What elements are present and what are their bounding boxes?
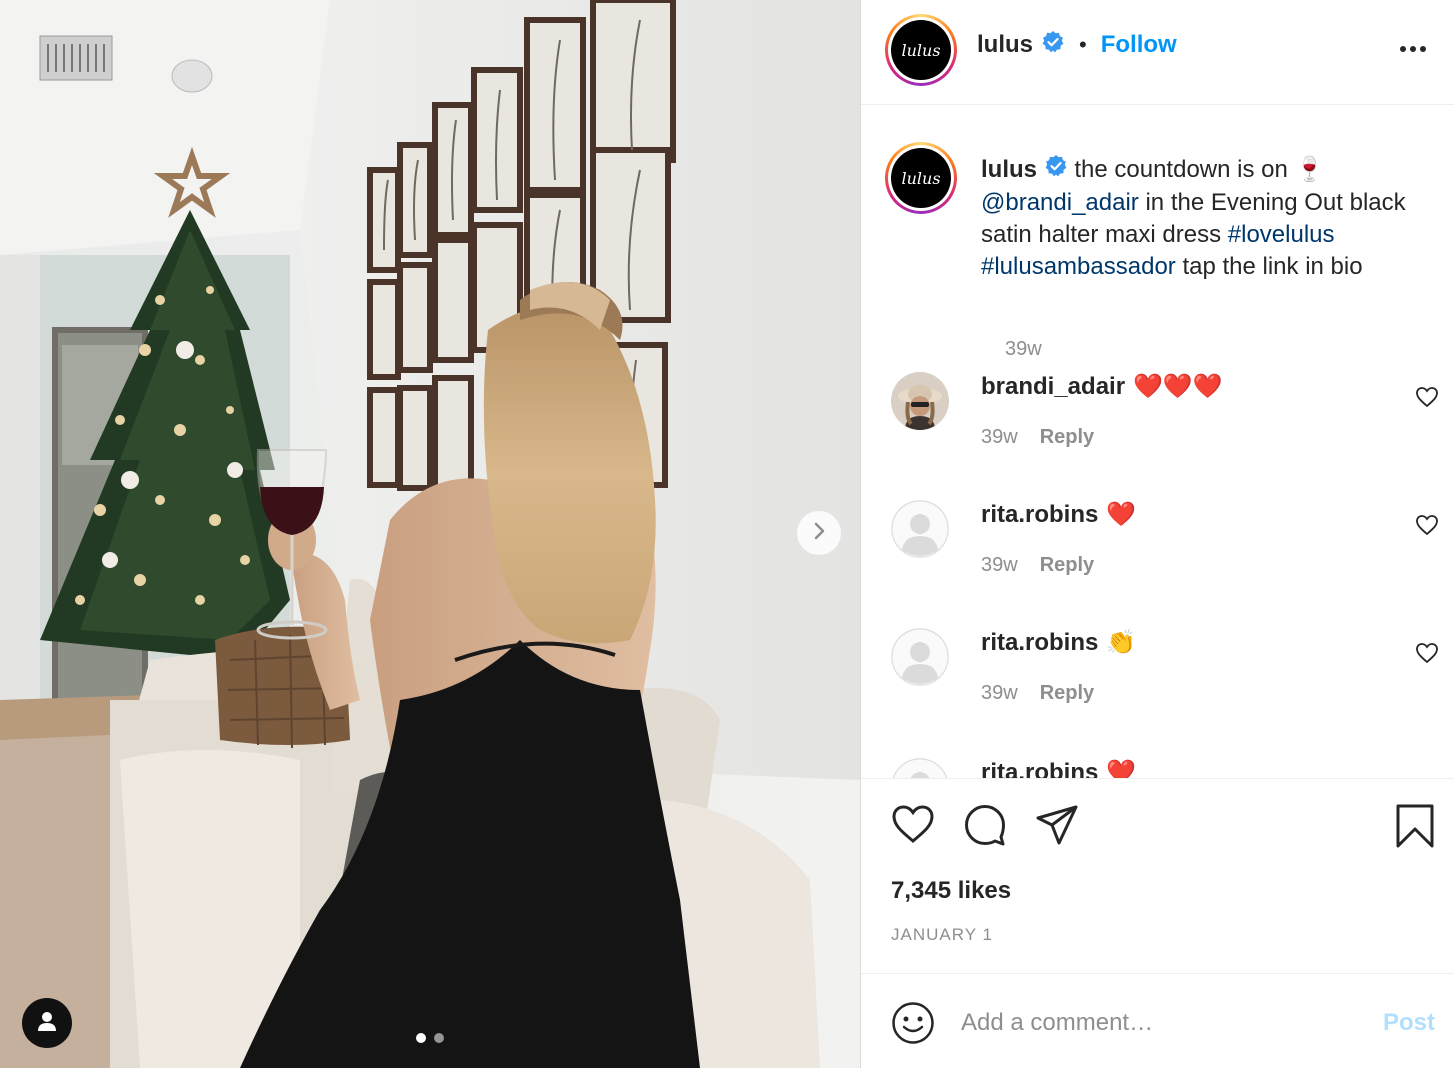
bookmark-icon <box>1395 804 1435 853</box>
comment-item: rita.robins ❤️ 39w Reply <box>891 500 1438 600</box>
comment-username[interactable]: brandi_adair <box>981 372 1125 402</box>
photo-scene <box>0 0 860 1068</box>
comment-text: ❤️ <box>1106 759 1137 778</box>
hashtag-link[interactable]: #lovelulus <box>1228 221 1335 248</box>
hashtag-link[interactable]: #lulusambassador <box>981 253 1176 280</box>
commenter-avatar[interactable] <box>891 628 949 686</box>
carousel-indicator <box>416 1033 444 1043</box>
caption-timestamp[interactable]: 39w <box>1005 338 1042 361</box>
save-button[interactable] <box>1395 803 1435 854</box>
share-icon <box>1035 805 1079 851</box>
comment-text: ❤️ <box>1106 501 1137 528</box>
caption-username[interactable]: lulus <box>981 156 1037 183</box>
comment-like-button[interactable] <box>1415 642 1439 669</box>
comment-like-button[interactable] <box>1415 386 1439 413</box>
comment-username[interactable]: rita.robins <box>981 758 1098 778</box>
verified-icon <box>1041 30 1065 59</box>
author-avatar[interactable]: lulus <box>885 14 957 86</box>
heart-icon <box>1415 387 1439 412</box>
header-separator: • <box>1079 31 1087 57</box>
reply-button[interactable]: Reply <box>1040 426 1094 449</box>
heart-icon <box>1415 515 1439 540</box>
more-options-button[interactable] <box>1399 36 1427 67</box>
comment-username[interactable]: rita.robins <box>981 628 1098 658</box>
caption-body: the countdown is on 🍷 <box>1074 156 1325 183</box>
comment-button[interactable] <box>963 803 1007 852</box>
post-sidebar: lulus lulus • Follow lulus lulus the cou… <box>860 0 1454 1068</box>
comment-item: rita.robins 👏 39w Reply <box>891 628 1438 728</box>
post-comment-button[interactable]: Post <box>1383 1009 1435 1037</box>
caption-author-avatar[interactable]: lulus <box>885 142 957 214</box>
carousel-dot <box>434 1033 444 1043</box>
emoji-button[interactable] <box>891 1001 935 1050</box>
post-header: lulus lulus • Follow <box>861 0 1454 105</box>
author-username[interactable]: lulus <box>977 31 1033 59</box>
comment-timestamp[interactable]: 39w <box>981 554 1018 577</box>
comment-icon <box>963 805 1007 851</box>
reply-button[interactable]: Reply <box>1040 554 1094 577</box>
follow-button[interactable]: Follow <box>1101 31 1177 59</box>
emoji-icon <box>891 1002 935 1049</box>
instagram-post: lulus lulus • Follow lulus lulus the cou… <box>0 0 1454 1068</box>
tagged-users-button[interactable] <box>22 998 72 1048</box>
like-button[interactable] <box>891 803 935 852</box>
commenter-avatar[interactable] <box>891 758 949 778</box>
mention-link[interactable]: @brandi_adair <box>981 189 1139 216</box>
caption-body: tap the link in bio <box>1182 253 1363 281</box>
comment-timestamp[interactable]: 39w <box>981 682 1018 705</box>
more-icon <box>1399 46 1427 66</box>
likes-count[interactable]: 7,345 likes <box>891 877 1011 905</box>
next-image-button[interactable] <box>797 511 841 555</box>
comment-username[interactable]: rita.robins <box>981 500 1098 530</box>
comment-body: rita.robins ❤️ <box>981 758 1136 778</box>
share-button[interactable] <box>1035 803 1079 852</box>
comment-text: ❤️❤️❤️ <box>1133 373 1223 400</box>
comment-like-button[interactable] <box>1415 514 1439 541</box>
carousel-dot-active <box>416 1033 426 1043</box>
chevron-right-icon <box>809 521 829 546</box>
comments-list[interactable]: lulus lulus the countdown is on 🍷 @brand… <box>861 106 1454 778</box>
comment-timestamp[interactable]: 39w <box>981 426 1018 449</box>
comment-text: 👏 <box>1106 629 1137 656</box>
comment-composer: Post <box>861 975 1454 1068</box>
brand-logo: lulus <box>891 20 951 80</box>
commenter-avatar[interactable] <box>891 500 949 558</box>
verified-icon <box>1044 154 1068 187</box>
caption-text: lulus the countdown is on 🍷 @brandi_adai… <box>981 154 1445 283</box>
post-actions: 7,345 likes JANUARY 1 <box>861 778 1454 974</box>
comment-body: rita.robins ❤️ 39w Reply <box>981 500 1136 577</box>
post-photo <box>0 0 860 1068</box>
author-line: lulus • Follow <box>977 30 1177 59</box>
reply-button[interactable]: Reply <box>1040 682 1094 705</box>
comment-item: rita.robins ❤️ <box>891 758 1431 778</box>
post-date[interactable]: JANUARY 1 <box>891 925 993 945</box>
commenter-avatar[interactable] <box>891 372 949 430</box>
comment-body: rita.robins 👏 39w Reply <box>981 628 1136 705</box>
comment-body: brandi_adair ❤️❤️❤️ 39w Reply <box>981 372 1223 449</box>
heart-icon <box>1415 643 1439 668</box>
comment-input[interactable] <box>961 1003 1351 1043</box>
brand-logo: lulus <box>891 148 951 208</box>
comment-item: brandi_adair ❤️❤️❤️ 39w Reply <box>891 372 1438 472</box>
heart-icon <box>891 805 935 851</box>
user-tag-icon <box>35 1009 59 1038</box>
